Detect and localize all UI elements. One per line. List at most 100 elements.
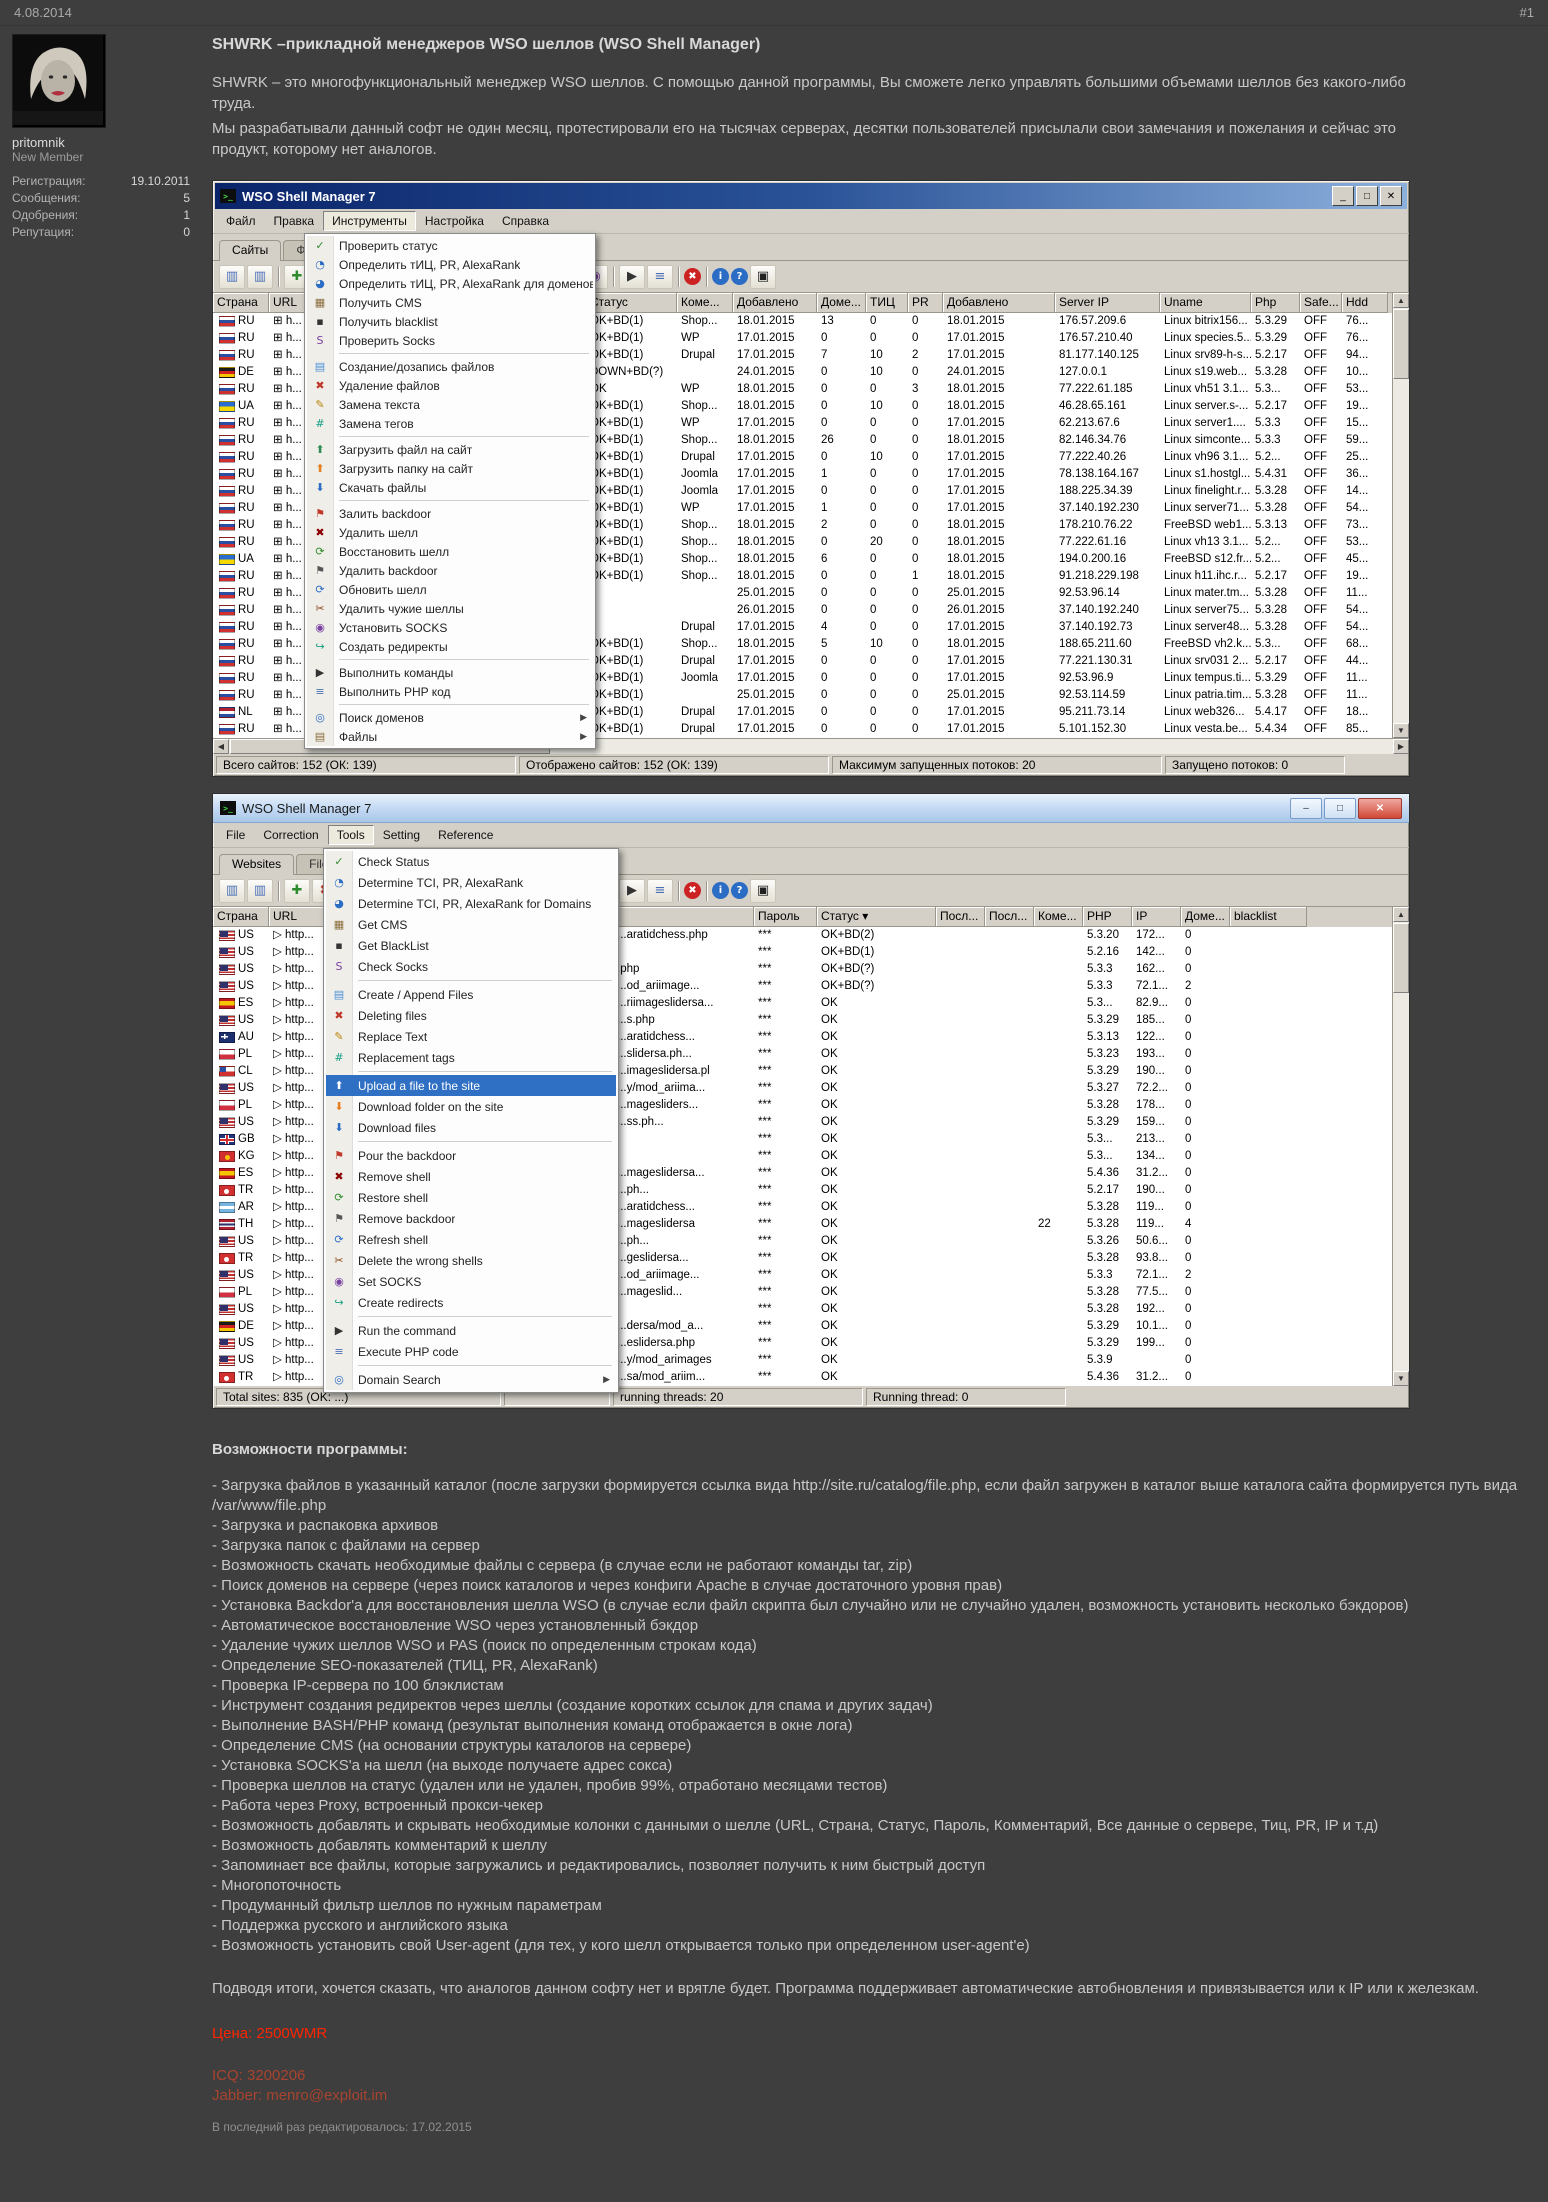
menu-item[interactable]: ⬇ Download folder on the site xyxy=(326,1096,616,1117)
scroll-down-icon[interactable]: ▼ xyxy=(1393,723,1409,738)
scroll-up-icon[interactable]: ▲ xyxy=(1393,293,1409,308)
menu-item[interactable]: ⟳ Refresh shell xyxy=(326,1229,616,1250)
menu-bar-item[interactable]: Справка xyxy=(493,211,558,231)
toolbar-button[interactable]: i xyxy=(712,268,729,285)
column-header[interactable]: Safe... xyxy=(1300,293,1342,313)
menu-item[interactable]: ▪ Get BlackList xyxy=(326,935,616,956)
post-number-link[interactable]: #1 xyxy=(1520,5,1534,20)
menu-item[interactable]: ✂ Delete the wrong shells xyxy=(326,1250,616,1271)
menu-item[interactable]: ◎ Domain Search ▶ xyxy=(326,1369,616,1390)
toolbar-button[interactable]: ▥ xyxy=(247,878,273,903)
column-header[interactable]: Добавлено xyxy=(943,293,1055,313)
menu-item[interactable]: ⟳ Восстановить шелл xyxy=(307,542,593,561)
maximize-button[interactable]: □ xyxy=(1356,186,1378,206)
menu-bar-item[interactable]: Setting xyxy=(374,825,429,845)
menu-item[interactable]: ⟳ Restore shell xyxy=(326,1187,616,1208)
menu-item[interactable]: ⚑ Удалить backdoor xyxy=(307,561,593,580)
menu-item[interactable]: ⚑ Pour the backdoor xyxy=(326,1145,616,1166)
menu-item[interactable]: ✎ Replace Text xyxy=(326,1026,616,1047)
close-button[interactable]: ✕ xyxy=(1358,797,1402,819)
column-header[interactable]: Посл... xyxy=(985,907,1034,927)
scroll-up-icon[interactable]: ▲ xyxy=(1393,907,1409,922)
menu-item[interactable]: ✎ Замена текста xyxy=(307,395,593,414)
scroll-down-icon[interactable]: ▼ xyxy=(1393,1371,1409,1386)
menu-bar-item[interactable]: Reference xyxy=(429,825,502,845)
toolbar-button[interactable]: ? xyxy=(731,882,748,899)
minimize-button[interactable]: _ xyxy=(1332,186,1354,206)
menu-item[interactable]: ◔ Определить тИЦ, PR, AlexaRank xyxy=(307,255,593,274)
menu-item[interactable]: S Check Socks xyxy=(326,956,616,977)
maximize-button[interactable]: □ xyxy=(1324,797,1356,819)
tab[interactable]: Сайты xyxy=(219,240,282,261)
menu-item[interactable]: ✂ Удалить чужие шеллы xyxy=(307,599,593,618)
toolbar-button[interactable]: ▣ xyxy=(750,878,776,903)
column-header[interactable]: Доме... xyxy=(1181,907,1230,927)
column-header[interactable]: Php xyxy=(1251,293,1300,313)
user-avatar[interactable] xyxy=(12,34,106,128)
menu-item[interactable]: ≡ Execute PHP code xyxy=(326,1341,616,1362)
menu-item[interactable]: ↪ Create redirects xyxy=(326,1292,616,1313)
title-bar[interactable]: >_ WSO Shell Manager 7 – □ ✕ xyxy=(213,794,1409,823)
column-header[interactable]: Статус ▾ xyxy=(817,907,936,927)
toolbar-button[interactable]: ▥ xyxy=(219,878,245,903)
column-header[interactable]: Пароль xyxy=(754,907,817,927)
menu-item[interactable]: ⟳ Обновить шелл xyxy=(307,580,593,599)
column-header[interactable]: Добавлено xyxy=(733,293,817,313)
menu-bar-item[interactable]: Инструменты xyxy=(323,211,416,231)
toolbar-button[interactable]: ▶ xyxy=(619,264,645,289)
menu-item[interactable]: ✖ Deleting files xyxy=(326,1005,616,1026)
menu-item[interactable]: ⬆ Upload a file to the site xyxy=(326,1075,616,1096)
toolbar-button[interactable]: ? xyxy=(731,268,748,285)
menu-bar-item[interactable]: Файл xyxy=(217,211,265,231)
menu-item[interactable]: ⬇ Download files xyxy=(326,1117,616,1138)
scrollbar-track[interactable] xyxy=(550,739,1393,754)
column-header[interactable]: Hdd xyxy=(1342,293,1388,313)
scroll-right-icon[interactable]: ▶ xyxy=(1393,739,1409,754)
column-header[interactable]: Коме... xyxy=(677,293,733,313)
column-header[interactable]: Страна xyxy=(213,907,269,927)
menu-item[interactable]: ▦ Get CMS xyxy=(326,914,616,935)
toolbar-button[interactable]: ▥ xyxy=(219,264,245,289)
toolbar-button[interactable]: ✚ xyxy=(284,878,310,903)
menu-item[interactable]: ▶ Run the command xyxy=(326,1320,616,1341)
vertical-scrollbar[interactable]: ▲ ▼ xyxy=(1392,293,1409,738)
menu-item[interactable]: ✖ Удаление файлов xyxy=(307,376,593,395)
toolbar-button[interactable]: ✖ xyxy=(684,882,701,899)
menu-item[interactable]: ▦ Получить CMS xyxy=(307,293,593,312)
toolbar-button[interactable]: ▥ xyxy=(247,264,273,289)
toolbar-button[interactable]: i xyxy=(712,882,729,899)
menu-item[interactable]: ▪ Получить blacklist xyxy=(307,312,593,331)
column-header[interactable]: Доме... xyxy=(817,293,866,313)
scrollbar-track[interactable] xyxy=(1393,379,1409,723)
menu-bar-item[interactable]: File xyxy=(217,825,254,845)
menu-item[interactable]: ◉ Установить SOCKS xyxy=(307,618,593,637)
column-header[interactable]: blacklist xyxy=(1230,907,1307,927)
menu-item[interactable]: # Replacement tags xyxy=(326,1047,616,1068)
tab[interactable]: Websites xyxy=(219,854,295,875)
menu-item[interactable]: # Замена тегов xyxy=(307,414,593,433)
username[interactable]: pritomnik xyxy=(12,135,190,150)
menu-bar-item[interactable]: Правка xyxy=(265,211,324,231)
menu-item[interactable]: ⬇ Скачать файлы xyxy=(307,478,593,497)
menu-bar-item[interactable]: Настройка xyxy=(416,211,493,231)
toolbar-button[interactable]: ▶ xyxy=(619,878,645,903)
column-header[interactable]: Статус xyxy=(586,293,677,313)
column-header[interactable]: Server IP xyxy=(1055,293,1160,313)
column-header[interactable]: PR xyxy=(908,293,943,313)
column-header[interactable]: PHP xyxy=(1083,907,1132,927)
scrollbar-track[interactable] xyxy=(1393,993,1409,1371)
column-header[interactable]: Коме... xyxy=(1034,907,1083,927)
menu-item[interactable]: ⚑ Залить backdoor xyxy=(307,504,593,523)
menu-item[interactable]: ▤ Файлы ▶ xyxy=(307,727,593,746)
menu-bar-item[interactable]: Correction xyxy=(254,825,327,845)
scrollbar-thumb[interactable] xyxy=(1393,309,1409,379)
toolbar-button[interactable]: ▣ xyxy=(750,264,776,289)
menu-item[interactable]: ▤ Create / Append Files xyxy=(326,984,616,1005)
column-header[interactable]: Посл... xyxy=(936,907,985,927)
menu-item[interactable]: ◔ Determine TCI, PR, AlexaRank xyxy=(326,872,616,893)
column-header[interactable]: IP xyxy=(1132,907,1181,927)
menu-item[interactable]: ◕ Determine TCI, PR, AlexaRank for Domain… xyxy=(326,893,616,914)
column-header[interactable]: ТИЦ xyxy=(866,293,908,313)
column-header[interactable]: Uname xyxy=(1160,293,1251,313)
menu-item[interactable]: S Проверить Socks xyxy=(307,331,593,350)
